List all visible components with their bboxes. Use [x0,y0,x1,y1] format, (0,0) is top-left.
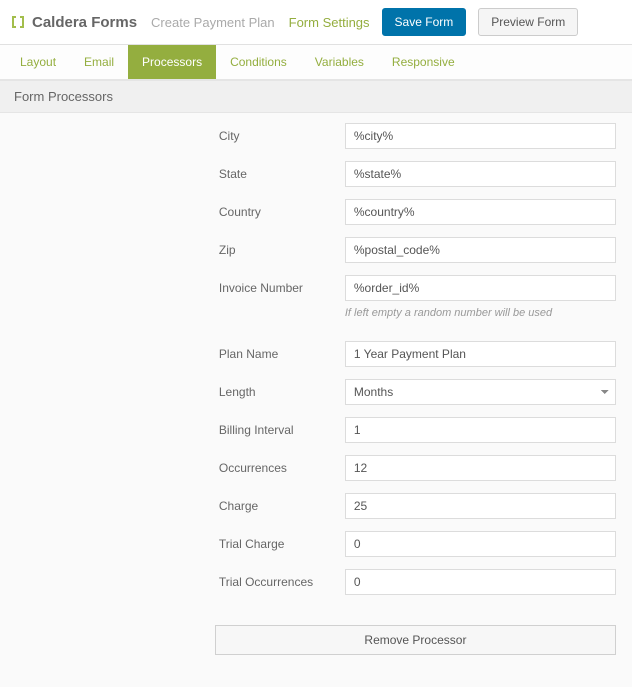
row-trial-charge: Trial Charge [215,531,616,557]
row-billing-interval: Billing Interval [215,417,616,443]
row-remove: Remove Processor [215,625,616,655]
label-billing-interval: Billing Interval [215,423,345,437]
tab-processors[interactable]: Processors [128,45,216,79]
zip-input[interactable] [345,237,616,263]
tab-email[interactable]: Email [70,45,128,79]
row-charge: Charge [215,493,616,519]
row-plan-name: Plan Name [215,341,616,367]
breadcrumb-settings[interactable]: Form Settings [289,15,370,30]
row-country: Country [215,199,616,225]
top-bar: Caldera Forms Create Payment Plan Form S… [0,0,632,45]
length-select[interactable]: Months [345,379,616,405]
city-input[interactable] [345,123,616,149]
brand: Caldera Forms [10,14,137,31]
label-trial-occurrences: Trial Occurrences [215,575,345,589]
row-zip: Zip [215,237,616,263]
country-input[interactable] [345,199,616,225]
row-city: City [215,123,616,149]
trial-occurrences-input[interactable] [345,569,616,595]
label-plan-name: Plan Name [215,347,345,361]
section-title: Form Processors [0,80,632,113]
label-zip: Zip [215,243,345,257]
tab-variables[interactable]: Variables [301,45,378,79]
form-panel: City State Country Zip Invoice Number If… [215,113,632,687]
label-city: City [215,129,345,143]
label-length: Length [215,385,345,399]
charge-input[interactable] [345,493,616,519]
trial-charge-input[interactable] [345,531,616,557]
label-occurrences: Occurrences [215,461,345,475]
label-charge: Charge [215,499,345,513]
tab-layout[interactable]: Layout [6,45,70,79]
tab-conditions[interactable]: Conditions [216,45,301,79]
row-invoice-hint: If left empty a random number will be us… [215,305,616,329]
tab-responsive[interactable]: Responsive [378,45,469,79]
content: City State Country Zip Invoice Number If… [0,113,632,687]
invoice-input[interactable] [345,275,616,301]
row-state: State [215,161,616,187]
caldera-icon [10,14,26,30]
row-length: Length Months [215,379,616,405]
row-occurrences: Occurrences [215,455,616,481]
save-button[interactable]: Save Form [382,8,467,36]
billing-interval-input[interactable] [345,417,616,443]
tabs: Layout Email Processors Conditions Varia… [0,45,632,80]
occurrences-input[interactable] [345,455,616,481]
sidebar-left [0,113,215,687]
plan-name-input[interactable] [345,341,616,367]
row-invoice: Invoice Number [215,275,616,301]
brand-text: Caldera Forms [32,14,137,31]
row-trial-occurrences: Trial Occurrences [215,569,616,595]
label-trial-charge: Trial Charge [215,537,345,551]
remove-processor-button[interactable]: Remove Processor [215,625,616,655]
label-state: State [215,167,345,181]
label-invoice: Invoice Number [215,281,345,295]
label-country: Country [215,205,345,219]
preview-button[interactable]: Preview Form [478,8,578,36]
breadcrumb-create[interactable]: Create Payment Plan [151,15,275,30]
invoice-hint: If left empty a random number will be us… [345,307,616,319]
state-input[interactable] [345,161,616,187]
